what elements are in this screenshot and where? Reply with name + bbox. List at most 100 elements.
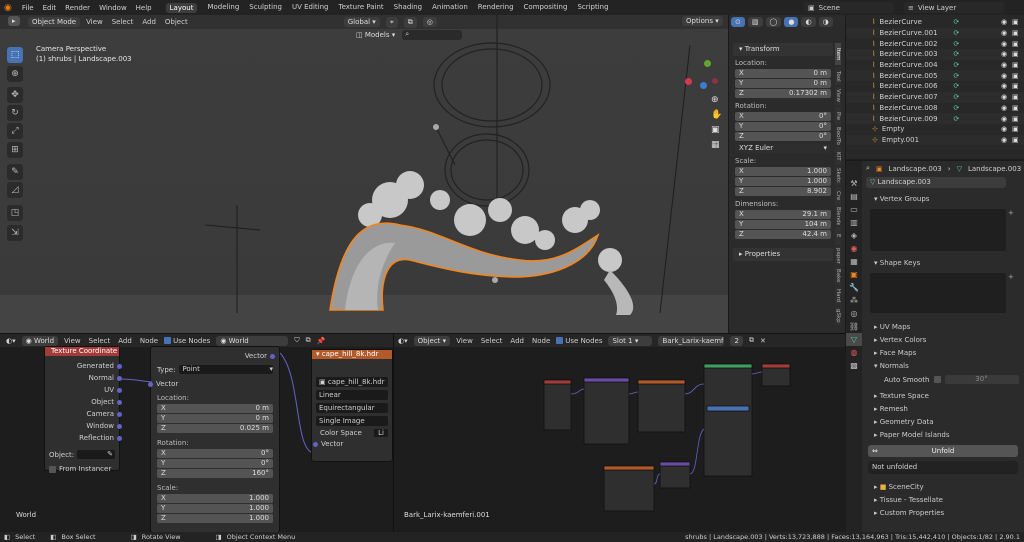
sidebar-tab-kit[interactable]: KIT [835,147,841,165]
rotation-y-field[interactable]: Y 0° [735,122,831,131]
modifier-tab-icon[interactable]: 🔧 [846,281,862,294]
world-node-editor[interactable]: ◐▾ ◉ World View Select Add Node Use Nodes ◉… [0,333,393,532]
sidebar-tab-e[interactable]: E [835,227,841,245]
panel-geometry-data[interactable]: ▸ Geometry Data [864,416,1024,429]
outliner-item[interactable]: ⊹ Empty.001 ◉ ▣ [846,134,1024,146]
auto-smooth-checkbox[interactable] [933,376,941,383]
workspace-tab-animation[interactable]: Animation [432,3,468,13]
render-camera-icon[interactable]: ▣ [1012,18,1019,26]
texture-tab-icon[interactable]: ▩ [846,359,862,372]
visibility-eye-icon[interactable]: ◉ [1001,104,1007,112]
workspace-tab-uv-editing[interactable]: UV Editing [292,3,329,13]
tool-tab-icon[interactable]: ⚒ [846,177,862,190]
menu-edit[interactable]: Edit [43,4,57,12]
blender-logo-icon[interactable]: ◉ [4,3,12,13]
shape-keys-list[interactable] [870,273,1006,313]
visibility-eye-icon[interactable]: ◉ [1001,136,1007,144]
scale-y-field[interactable]: Y 1.000 [735,177,831,186]
tissue-header[interactable]: ▸ Tissue - Tessellate [864,494,1024,507]
collection-tab-icon[interactable]: ▦ [846,255,862,268]
zoom-icon[interactable]: ⊕ [711,95,719,105]
render-camera-icon[interactable]: ▣ [1012,115,1019,123]
location-x-field[interactable]: X0 m [735,69,831,78]
material-shading-icon[interactable]: ◐ [801,17,816,27]
workspace-tab-texture-paint[interactable]: Texture Paint [339,3,384,13]
dimensions-x-field[interactable]: X 29.1 m [735,210,831,219]
render-camera-icon[interactable]: ▣ [1012,29,1019,37]
menu-window[interactable]: Window [99,4,127,12]
outliner-item[interactable]: ⊹ Empty ◉ ▣ [846,123,1024,135]
render-camera-icon[interactable]: ▣ [1012,104,1019,112]
render-camera-icon[interactable]: ▣ [1012,93,1019,101]
auto-smooth-angle-field[interactable]: 30° [944,375,1019,384]
properties-panel-header[interactable]: ▸ Properties [733,248,833,261]
render-camera-icon[interactable]: ▣ [1012,72,1019,80]
view-layer-tab-icon[interactable]: ▥ [846,216,862,229]
view-layer-selector[interactable]: ≡ View Layer [904,2,1004,13]
visibility-eye-icon[interactable]: ◉ [1001,18,1007,26]
shape-keys-header[interactable]: ▾ Shape Keys [864,257,1024,270]
scene-selector[interactable]: ▣ Scene [804,2,894,13]
render-camera-icon[interactable]: ▣ [1012,40,1019,48]
outliner-item[interactable]: ⌇ BezierCurve.006 ⟳ ◉ ▣ [846,81,1024,92]
shape-key-add-icon[interactable]: + [1008,273,1014,281]
outliner-item[interactable]: ⌇ BezierCurve.009 ⟳ ◉ ▣ [846,113,1024,124]
sidebar-tab-sketc[interactable]: Sketc [835,167,841,185]
panel-face-maps[interactable]: ▸ Face Maps [864,347,1024,360]
scene-tab-icon[interactable]: ◈ [846,229,862,242]
sidebar-tab-cre[interactable]: Cre [835,187,841,205]
menu-file[interactable]: File [22,4,34,12]
render-tab-icon[interactable]: ▤ [846,190,862,203]
sidebar-tab-gskp[interactable]: gSkp [835,307,841,325]
visibility-eye-icon[interactable]: ◉ [1001,50,1007,58]
overlay-icon[interactable]: ⊙ [731,17,745,27]
visibility-eye-icon[interactable]: ◉ [1001,115,1007,123]
workspace-tab-sculpting[interactable]: Sculpting [249,3,282,13]
workspace-tab-scripting[interactable]: Scripting [577,3,608,13]
particles-tab-icon[interactable]: ⁂ [846,294,862,307]
menu-render[interactable]: Render [65,4,90,12]
sidebar-tab-view[interactable]: View [835,87,841,105]
sidebar-tab-hard[interactable]: Hard [835,287,841,305]
scale-x-field[interactable]: X 1.000 [735,167,831,176]
world-tab-icon[interactable]: ◉ [846,242,862,255]
outliner-item[interactable]: ⌇ BezierCurve.005 ⟳ ◉ ▣ [846,70,1024,82]
visibility-eye-icon[interactable]: ◉ [1001,93,1007,101]
location-y-field[interactable]: Y0 m [735,79,831,88]
outliner-item[interactable]: ⌇ BezierCurve.004 ⟳ ◉ ▣ [846,59,1024,71]
visibility-eye-icon[interactable]: ◉ [1001,40,1007,48]
vertex-groups-header[interactable]: ▾ Vertex Groups [864,193,1024,206]
solid-shading-icon[interactable]: ● [784,17,799,27]
panel-texture-space[interactable]: ▸ Texture Space [864,390,1024,403]
render-camera-icon[interactable]: ▣ [1012,50,1019,58]
vertex-groups-list[interactable] [870,209,1006,251]
panel-uv-maps[interactable]: ▸ UV Maps [864,321,1024,334]
outliner-item[interactable]: ⌇ BezierCurve.003 ⟳ ◉ ▣ [846,49,1024,60]
3d-viewport[interactable]: Object Mode View Select Add Object Global ▾… [0,15,728,333]
unfold-button[interactable]: ⇔ Unfold [868,445,1018,457]
outliner-item[interactable]: ⌇ BezierCurve.007 ⟳ ◉ ▣ [846,91,1024,103]
material-node-editor[interactable]: ◐▾ Object ▾ View Select Add Node Use Nodes … [393,333,845,532]
render-camera-icon[interactable]: ▣ [1012,125,1019,133]
sidebar-tab-booltool[interactable]: BoolTool [835,127,841,145]
outliner-item[interactable]: ⌇ BezierCurve.001 ⟳ ◉ ▣ [846,27,1024,39]
rotation-mode-dropdown[interactable]: XYZ Euler ▾ [735,144,831,153]
rotation-x-field[interactable]: X 0° [735,112,831,121]
object-tab-icon[interactable]: ▣ [846,268,862,281]
visibility-eye-icon[interactable]: ◉ [1001,61,1007,69]
render-camera-icon[interactable]: ▣ [1012,136,1019,144]
wireframe-shading-icon[interactable]: ◯ [765,17,782,27]
outliner-item[interactable]: ⌇ BezierCurve ⟳ ◉ ▣ [846,17,1024,28]
rotation-z-field[interactable]: Z 0° [735,132,831,141]
dimensions-z-field[interactable]: Z 42.4 m [735,230,831,239]
transform-panel-header[interactable]: ▾ Transform [733,43,833,56]
data-tab-icon[interactable]: ▽ [846,333,862,346]
panel-normals[interactable]: ▾ Normals [864,360,1024,373]
workspace-tab-layout[interactable]: Layout [165,2,198,13]
panel-paper-model-islands[interactable]: ▸ Paper Model Islands [864,429,1024,442]
constraints-tab-icon[interactable]: ⛓ [846,320,862,333]
search-icon[interactable]: ⌕ [866,164,870,173]
workspace-tab-shading[interactable]: Shading [394,3,422,13]
scale-z-field[interactable]: Z 8.902 [735,187,831,196]
xray-icon[interactable]: ▧ [747,17,763,27]
